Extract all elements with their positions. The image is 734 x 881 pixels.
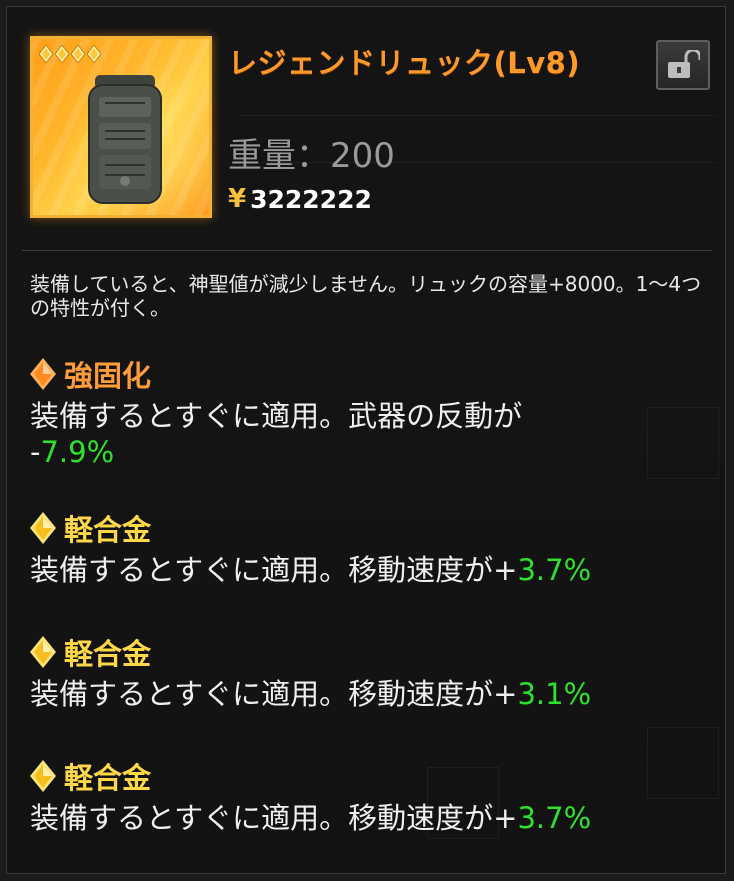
trait-value: 3.1% bbox=[517, 677, 592, 711]
rarity-stars bbox=[39, 45, 101, 63]
trait-effect: 装備するとすぐに適用。移動速度が+3.7% bbox=[30, 801, 592, 835]
yen-icon: ¥ bbox=[228, 184, 247, 214]
item-description: 装備していると、神聖値が減少しません。リュックの容量+8000。1～4つの特性が… bbox=[30, 272, 702, 320]
backpack-icon bbox=[88, 75, 162, 204]
trait-value: 3.7% bbox=[517, 553, 592, 587]
trait-name: 軽合金 bbox=[64, 637, 152, 671]
item-weight: 重量：200 bbox=[228, 136, 395, 176]
diamond-gem-icon bbox=[30, 512, 56, 544]
trait-name: 軽合金 bbox=[64, 513, 152, 547]
trait-effect: 装備するとすぐに適用。移動速度が+3.7% bbox=[30, 553, 592, 587]
trait-entry: 強固化 装備するとすぐに適用。武器の反動が -7.9% bbox=[30, 354, 710, 470]
diamond-gem-icon bbox=[30, 760, 56, 792]
diamond-star-icon bbox=[39, 45, 53, 63]
trait-entry: 軽合金 装備するとすぐに適用。移動速度が+3.1% bbox=[30, 632, 710, 712]
item-title: レジェンドリュック(Lv8) bbox=[228, 46, 581, 80]
diamond-star-icon bbox=[71, 45, 85, 63]
lock-button[interactable] bbox=[656, 40, 710, 90]
diamond-gem-icon bbox=[30, 358, 56, 390]
diamond-star-icon bbox=[87, 45, 101, 63]
price-value: 3222222 bbox=[250, 184, 372, 214]
trait-name: 軽合金 bbox=[64, 761, 152, 795]
trait-entry: 軽合金 装備するとすぐに適用。移動速度が+3.7% bbox=[30, 756, 710, 836]
trait-entry: 軽合金 装備するとすぐに適用。移動速度が+3.7% bbox=[30, 508, 710, 588]
trait-value: 7.9% bbox=[40, 435, 115, 469]
diamond-gem-icon bbox=[30, 636, 56, 668]
diamond-star-icon bbox=[55, 45, 69, 63]
divider bbox=[22, 250, 712, 251]
item-price: ¥ 3222222 bbox=[228, 184, 372, 214]
trait-effect: 装備するとすぐに適用。武器の反動が -7.9% bbox=[30, 399, 523, 469]
trait-value: 3.7% bbox=[517, 801, 592, 835]
trait-effect: 装備するとすぐに適用。移動速度が+3.1% bbox=[30, 677, 592, 711]
trait-name: 強固化 bbox=[64, 359, 152, 393]
padlock-icon bbox=[668, 50, 700, 78]
item-icon-frame bbox=[30, 36, 212, 218]
